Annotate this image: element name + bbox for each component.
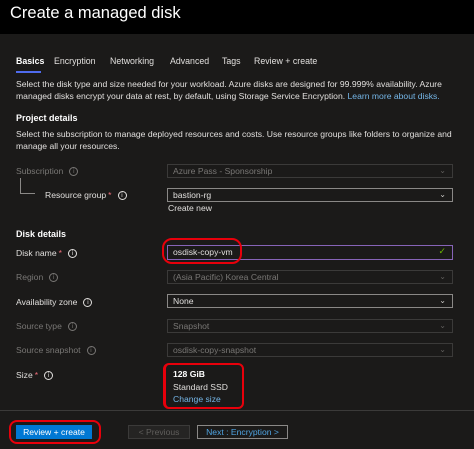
disk-details-heading: Disk details bbox=[16, 229, 67, 239]
source-snapshot-select[interactable]: osdisk-copy-snapshot ⌄ bbox=[167, 343, 453, 357]
chevron-down-icon: ⌄ bbox=[439, 321, 446, 330]
resource-group-select[interactable]: bastion-rg ⌄ bbox=[167, 188, 453, 202]
subscription-select[interactable]: Azure Pass - Sponsorship ⌄ bbox=[167, 164, 453, 178]
info-icon[interactable]: i bbox=[67, 249, 77, 259]
source-type-value: Snapshot bbox=[173, 321, 210, 331]
source-snapshot-label: Source snapshot i bbox=[16, 345, 96, 356]
info-icon[interactable]: i bbox=[83, 298, 93, 308]
chevron-down-icon: ⌄ bbox=[439, 272, 446, 281]
next-encryption-button[interactable]: Next : Encryption > bbox=[197, 425, 288, 439]
disk-name-label-text: Disk name bbox=[16, 248, 57, 258]
info-icon[interactable]: i bbox=[49, 273, 59, 283]
source-type-label: Source type i bbox=[16, 321, 77, 332]
size-summary: 128 GiB Standard SSD Change size bbox=[173, 368, 228, 406]
size-sku: Standard SSD bbox=[173, 381, 228, 392]
resource-group-label: Resource group * i bbox=[45, 190, 127, 201]
project-description: Select the subscription to manage deploy… bbox=[16, 129, 452, 151]
resource-group-value: bastion-rg bbox=[173, 190, 212, 200]
subscription-label: Subscription i bbox=[16, 166, 79, 177]
region-select[interactable]: (Asia Pacific) Korea Central ⌄ bbox=[167, 270, 453, 284]
info-icon[interactable]: i bbox=[69, 167, 79, 177]
region-value: (Asia Pacific) Korea Central bbox=[173, 272, 279, 282]
source-snapshot-value: osdisk-copy-snapshot bbox=[173, 345, 257, 355]
disk-name-input[interactable]: osdisk-copy-vm ✓ bbox=[167, 245, 453, 260]
tab-tags[interactable]: Tags bbox=[222, 56, 241, 66]
required-asterisk: * bbox=[34, 370, 39, 380]
previous-button[interactable]: < Previous bbox=[128, 425, 190, 439]
info-icon[interactable]: i bbox=[44, 371, 54, 381]
source-type-label-text: Source type bbox=[16, 321, 62, 331]
review-create-button[interactable]: Review + create bbox=[16, 425, 92, 439]
disk-name-value: osdisk-copy-vm bbox=[173, 247, 233, 257]
info-icon[interactable]: i bbox=[117, 191, 127, 201]
availability-zone-label: Availability zone i bbox=[16, 297, 93, 308]
tab-review-create[interactable]: Review + create bbox=[254, 56, 317, 66]
page-title: Create a managed disk bbox=[10, 4, 181, 22]
region-label-text: Region bbox=[16, 272, 44, 282]
chevron-down-icon: ⌄ bbox=[439, 345, 446, 354]
required-asterisk: * bbox=[108, 190, 112, 200]
size-value: 128 GiB bbox=[173, 369, 206, 379]
chevron-down-icon: ⌄ bbox=[439, 296, 446, 305]
tab-advanced[interactable]: Advanced bbox=[170, 56, 209, 66]
source-snapshot-label-text: Source snapshot bbox=[16, 345, 81, 355]
learn-more-link[interactable]: Learn more about disks. bbox=[348, 91, 440, 101]
resource-group-label-text: Resource group bbox=[45, 190, 107, 200]
size-label-text: Size bbox=[16, 370, 33, 380]
region-label: Region i bbox=[16, 272, 59, 283]
availability-zone-label-text: Availability zone bbox=[16, 297, 78, 307]
change-size-link[interactable]: Change size bbox=[173, 393, 228, 406]
tree-connector bbox=[20, 178, 35, 194]
chevron-down-icon: ⌄ bbox=[439, 190, 446, 199]
subscription-value: Azure Pass - Sponsorship bbox=[173, 166, 273, 176]
chevron-down-icon: ⌄ bbox=[439, 166, 446, 175]
tab-basics[interactable]: Basics bbox=[16, 56, 44, 66]
intro-text: Select the disk type and size needed for… bbox=[16, 79, 462, 102]
info-icon[interactable]: i bbox=[86, 346, 96, 356]
info-icon[interactable]: i bbox=[67, 322, 77, 332]
source-type-select[interactable]: Snapshot ⌄ bbox=[167, 319, 453, 333]
active-tab-indicator bbox=[16, 71, 41, 73]
tab-encryption[interactable]: Encryption bbox=[54, 56, 96, 66]
availability-zone-value: None bbox=[173, 296, 194, 306]
availability-zone-select[interactable]: None ⌄ bbox=[167, 294, 453, 308]
checkmark-icon: ✓ bbox=[438, 247, 446, 257]
create-new-link[interactable]: Create new bbox=[168, 203, 212, 213]
project-details-heading: Project details bbox=[16, 113, 78, 123]
title-bar: Create a managed disk bbox=[0, 0, 474, 34]
tab-networking[interactable]: Networking bbox=[110, 56, 154, 66]
required-asterisk: * bbox=[58, 248, 62, 258]
subscription-label-text: Subscription bbox=[16, 166, 64, 176]
disk-name-label: Disk name * i bbox=[16, 248, 77, 259]
size-label: Size * i bbox=[16, 370, 54, 381]
footer-divider bbox=[0, 410, 474, 411]
